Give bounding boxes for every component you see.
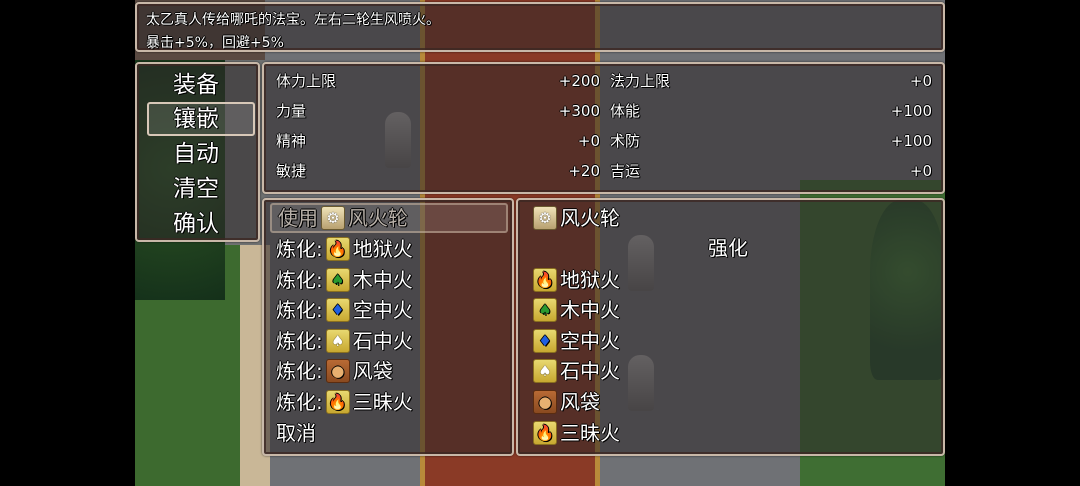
command-inlay[interactable]: 镶嵌 bbox=[147, 102, 255, 136]
wheel-icon: ⚙ bbox=[533, 206, 557, 230]
item-detail-window: ⚙ 风火轮 强化 🔥 地狱火 ♠ 木中火 ♦ 空中火 ♠ 石中火 ● 风袋 🔥 … bbox=[516, 198, 945, 456]
stat-label: 体力上限 bbox=[276, 72, 337, 90]
refine-prefix: 炼化: bbox=[276, 237, 323, 261]
blue-flame-icon: ♦ bbox=[325, 298, 350, 322]
command-equip[interactable]: 装备 bbox=[147, 68, 255, 102]
stat-value: +0 bbox=[909, 72, 932, 90]
red-flame-icon: 🔥 bbox=[533, 268, 557, 292]
refine-item-name: 三昧火 bbox=[352, 390, 413, 414]
item-description: 太乙真人传给哪吒的法宝。左右二轮生风喷火。 bbox=[146, 12, 440, 28]
detail-item-row: 🔥 三昧火 bbox=[530, 418, 830, 448]
help-window: 太乙真人传给哪吒的法宝。左右二轮生风喷火。 暴击+5%，回避+5% bbox=[135, 2, 945, 52]
refine-slot-row[interactable]: 炼化: ♦ 空中火 bbox=[276, 295, 506, 325]
refine-slot-row[interactable]: 炼化: ♠ 石中火 bbox=[276, 326, 506, 356]
detail-item-name: 三昧火 bbox=[560, 421, 620, 445]
stat-row: 法力上限 +0 bbox=[610, 66, 932, 96]
stat-value: +100 bbox=[890, 132, 932, 150]
detail-item-name: 石中火 bbox=[560, 359, 620, 383]
use-item-row[interactable]: 使用 ⚙ 风火轮 bbox=[270, 203, 508, 233]
stat-label: 体能 bbox=[610, 102, 641, 120]
red-flame-icon: 🔥 bbox=[533, 421, 557, 445]
detail-item-name: 地狱火 bbox=[560, 268, 620, 292]
stat-row: 吉运 +0 bbox=[610, 156, 932, 186]
blue-flame-icon: ♦ bbox=[533, 329, 557, 353]
cancel-label: 取消 bbox=[276, 421, 316, 445]
detail-item-row: ♠ 石中火 bbox=[530, 356, 830, 386]
refine-item-name: 地狱火 bbox=[352, 237, 413, 261]
cancel-button[interactable]: 取消 bbox=[276, 418, 506, 448]
detail-item-row: 🔥 地狱火 bbox=[530, 265, 830, 295]
stat-value: +300 bbox=[558, 102, 600, 120]
white-flame-icon: ♠ bbox=[533, 359, 557, 383]
detail-title: 风火轮 bbox=[560, 206, 620, 230]
detail-title-row: ⚙ 风火轮 bbox=[530, 203, 830, 233]
command-auto[interactable]: 自动 bbox=[147, 137, 255, 171]
refine-slot-row[interactable]: 炼化: ● 风袋 bbox=[276, 356, 506, 386]
stat-value: +20 bbox=[568, 162, 600, 180]
refine-item-name: 风袋 bbox=[352, 359, 393, 383]
detail-item-name: 木中火 bbox=[560, 298, 620, 322]
green-flame-icon: ♠ bbox=[325, 268, 350, 292]
refine-prefix: 炼化: bbox=[276, 268, 323, 292]
stat-label: 力量 bbox=[276, 102, 307, 120]
refine-item-name: 石中火 bbox=[352, 329, 413, 353]
wind-bag-icon: ● bbox=[533, 390, 557, 414]
stat-row: 体能 +100 bbox=[610, 96, 932, 126]
red-flame-icon: 🔥 bbox=[325, 237, 350, 261]
item-effects: 暴击+5%，回避+5% bbox=[146, 35, 284, 51]
stats-window: 体力上限 +200 力量 +300 精神 +0 敏捷 +20 法力上限 +0 体… bbox=[262, 62, 945, 194]
command-menu: 装备 镶嵌 自动 清空 确认 bbox=[135, 62, 260, 242]
stat-label: 吉运 bbox=[610, 162, 641, 180]
detail-item-row: ♠ 木中火 bbox=[530, 295, 830, 325]
refine-item-name: 木中火 bbox=[352, 268, 413, 292]
green-flame-icon: ♠ bbox=[533, 298, 557, 322]
stat-row: 体力上限 +200 bbox=[276, 66, 600, 96]
use-item-name: 风火轮 bbox=[348, 206, 408, 230]
enhance-label: 强化 bbox=[708, 236, 748, 260]
refine-prefix: 炼化: bbox=[276, 298, 323, 322]
stat-value: +0 bbox=[577, 132, 600, 150]
use-prefix: 使用 bbox=[278, 206, 318, 230]
wheel-icon: ⚙ bbox=[321, 206, 345, 230]
detail-item-name: 空中火 bbox=[560, 329, 620, 353]
command-clear[interactable]: 清空 bbox=[147, 172, 255, 206]
refine-prefix: 炼化: bbox=[276, 359, 323, 383]
white-flame-icon: ♠ bbox=[325, 329, 350, 353]
detail-item-row: ♦ 空中火 bbox=[530, 326, 830, 356]
stat-label: 术防 bbox=[610, 132, 641, 150]
detail-item-name: 风袋 bbox=[560, 390, 600, 414]
stat-row: 力量 +300 bbox=[276, 96, 600, 126]
refine-prefix: 炼化: bbox=[276, 390, 323, 414]
stat-row: 术防 +100 bbox=[610, 126, 932, 156]
stat-value: +200 bbox=[558, 72, 600, 90]
refine-slot-row[interactable]: 炼化: 🔥 三昧火 bbox=[276, 387, 506, 417]
refine-prefix: 炼化: bbox=[276, 329, 323, 353]
stat-row: 精神 +0 bbox=[276, 126, 600, 156]
wind-bag-icon: ● bbox=[325, 359, 350, 383]
slot-list-window: 使用 ⚙ 风火轮 炼化: 🔥 地狱火 炼化: ♠ 木中火 炼化: ♦ 空中火 炼… bbox=[262, 198, 514, 456]
refine-item-name: 空中火 bbox=[352, 298, 413, 322]
red-flame-icon: 🔥 bbox=[325, 390, 350, 414]
stat-label: 敏捷 bbox=[276, 162, 307, 180]
stat-value: +0 bbox=[909, 162, 932, 180]
refine-slot-row[interactable]: 炼化: 🔥 地狱火 bbox=[276, 234, 506, 264]
command-confirm[interactable]: 确认 bbox=[147, 207, 255, 241]
refine-slot-row[interactable]: 炼化: ♠ 木中火 bbox=[276, 265, 506, 295]
stat-label: 法力上限 bbox=[610, 72, 671, 90]
stat-row: 敏捷 +20 bbox=[276, 156, 600, 186]
stat-label: 精神 bbox=[276, 132, 307, 150]
detail-item-row: ● 风袋 bbox=[530, 387, 830, 417]
stat-value: +100 bbox=[890, 102, 932, 120]
